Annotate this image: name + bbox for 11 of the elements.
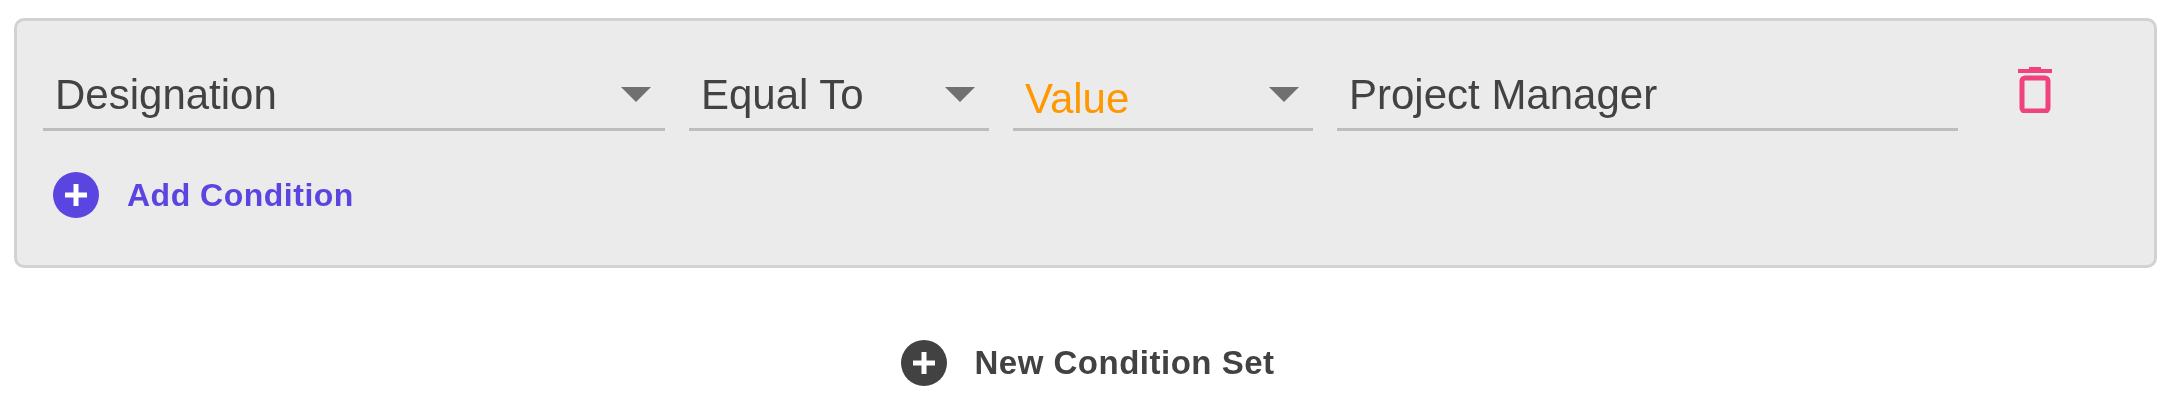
plus-icon <box>53 172 99 218</box>
text-field[interactable]: Project Manager <box>1337 61 1958 131</box>
add-condition-button[interactable]: Add Condition <box>53 171 354 219</box>
caret-icon <box>945 86 975 103</box>
new-condition-set-button[interactable]: New Condition Set <box>900 338 1275 388</box>
plus-icon <box>900 339 947 386</box>
caret-icon <box>621 86 651 103</box>
delete-icon[interactable] <box>2018 67 2052 113</box>
dropdown-field[interactable]: Equal To <box>689 61 989 131</box>
dropdown-field[interactable]: Designation <box>43 61 665 131</box>
caret-icon <box>1269 86 1299 103</box>
